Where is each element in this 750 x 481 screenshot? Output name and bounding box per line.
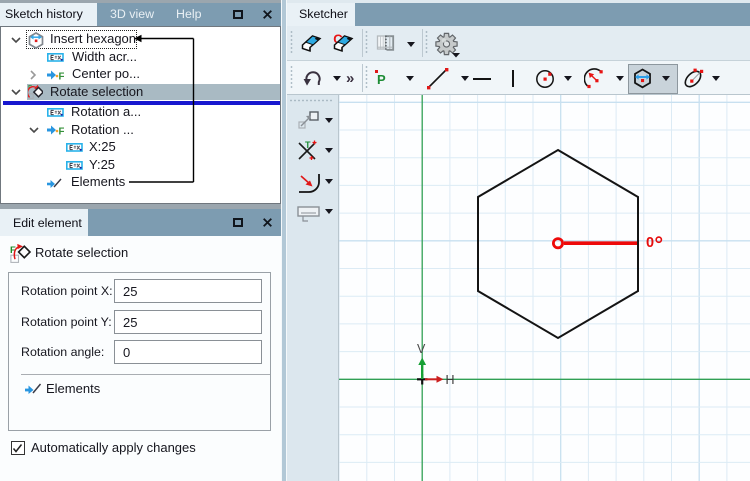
svg-text:F: F (59, 127, 65, 137)
svg-text:T: T (305, 140, 311, 150)
svg-text:V: V (417, 342, 426, 356)
svg-text:P: P (377, 72, 386, 87)
svg-text:H: H (446, 373, 455, 387)
svg-text:F: F (59, 71, 65, 81)
svg-text:0: 0 (646, 235, 654, 251)
